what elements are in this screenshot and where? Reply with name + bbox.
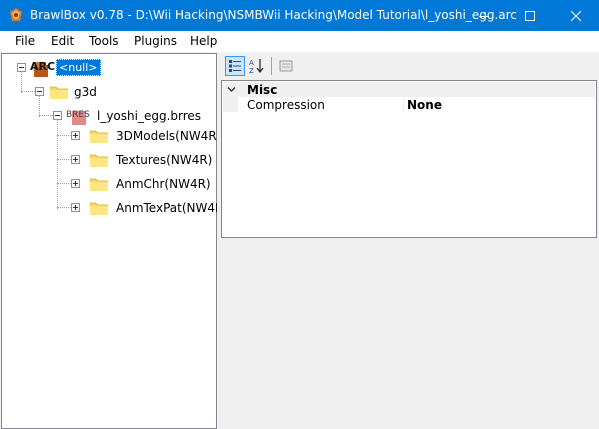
folder-icon: [90, 154, 108, 167]
close-button[interactable]: [553, 0, 599, 31]
category-row-misc[interactable]: Misc: [223, 82, 595, 97]
maximize-button[interactable]: [507, 0, 553, 31]
maximize-icon: [525, 10, 535, 21]
tree-node-label: Textures(NW4R): [116, 153, 213, 167]
menu-help[interactable]: Help: [190, 34, 217, 48]
minimize-button[interactable]: [461, 0, 507, 31]
empty-panel: [221, 238, 599, 429]
tree-node-brres[interactable]: BRES l_yoshi_egg.brres: [2, 107, 216, 125]
property-pages-icon: [279, 60, 293, 72]
tree-node-textures[interactable]: Textures(NW4R): [2, 151, 216, 169]
categorized-button[interactable]: [225, 56, 245, 76]
menu-bar: File Edit Tools Plugins Help: [0, 31, 599, 52]
resource-tree[interactable]: ARC <null> g3d BRES l_yoshi_egg.brres 3D…: [1, 53, 228, 429]
category-label: Misc: [247, 83, 278, 97]
tree-node-g3d[interactable]: g3d: [2, 83, 216, 101]
categorized-icon: [229, 60, 241, 72]
menu-file[interactable]: File: [15, 34, 35, 48]
title-bar[interactable]: BrawlBox v0.78 - D:\Wii Hacking\NSMBWii …: [0, 0, 599, 31]
chevron-down-icon[interactable]: [227, 85, 236, 94]
folder-icon: [90, 178, 108, 191]
tree-node-label: l_yoshi_egg.brres: [97, 109, 202, 123]
property-pages-button[interactable]: [276, 56, 296, 76]
property-row-compression[interactable]: Compression None: [223, 97, 595, 112]
folder-icon: [90, 202, 108, 215]
tree-node-label: AnmChr(NW4R): [116, 177, 211, 191]
tree-node-label: g3d: [74, 85, 97, 99]
property-toolbar: A Z: [221, 53, 599, 80]
sort-az-icon: A Z: [249, 59, 264, 74]
property-name: Compression: [247, 98, 325, 112]
tree-node-label: 3DModels(NW4R): [116, 129, 222, 143]
property-gutter: [223, 97, 238, 112]
svg-text:A: A: [249, 59, 254, 67]
tree-node-root[interactable]: ARC <null>: [2, 59, 216, 77]
collapse-icon[interactable]: [17, 63, 26, 72]
window-title: BrawlBox v0.78 - D:\Wii Hacking\NSMBWii …: [30, 8, 517, 22]
expand-icon[interactable]: [71, 131, 80, 140]
expand-icon[interactable]: [71, 155, 80, 164]
collapse-icon[interactable]: [53, 111, 62, 120]
tree-node-3dmodels[interactable]: 3DModels(NW4R): [2, 127, 221, 145]
property-divider: [403, 97, 404, 112]
close-icon: [571, 10, 581, 21]
arc-icon-text: ARC: [30, 60, 56, 73]
collapse-icon[interactable]: [35, 87, 44, 96]
property-grid[interactable]: Misc Compression None: [221, 80, 597, 238]
folder-icon: [50, 86, 68, 99]
menu-edit[interactable]: Edit: [51, 34, 74, 48]
expand-icon[interactable]: [71, 203, 80, 212]
tree-node-label[interactable]: <null>: [56, 59, 101, 76]
folder-icon: [90, 130, 108, 143]
brres-icon-text: BRES: [66, 110, 90, 120]
brawlbox-window: BrawlBox v0.78 - D:\Wii Hacking\NSMBWii …: [0, 0, 599, 429]
tree-node-anmtexpat[interactable]: AnmTexPat(NW4R): [2, 199, 228, 217]
menu-tools[interactable]: Tools: [89, 34, 119, 48]
alphabetical-button[interactable]: A Z: [247, 56, 267, 76]
tree-node-anmchr[interactable]: AnmChr(NW4R): [2, 175, 216, 193]
property-value[interactable]: None: [407, 98, 442, 112]
minimize-icon: [479, 15, 489, 17]
brawlbox-app-icon[interactable]: [8, 7, 24, 23]
toolbar-separator: [271, 57, 272, 75]
svg-text:Z: Z: [249, 67, 254, 74]
menu-plugins[interactable]: Plugins: [134, 34, 177, 48]
expand-icon[interactable]: [71, 179, 80, 188]
tree-node-label: AnmTexPat(NW4R): [116, 201, 229, 215]
